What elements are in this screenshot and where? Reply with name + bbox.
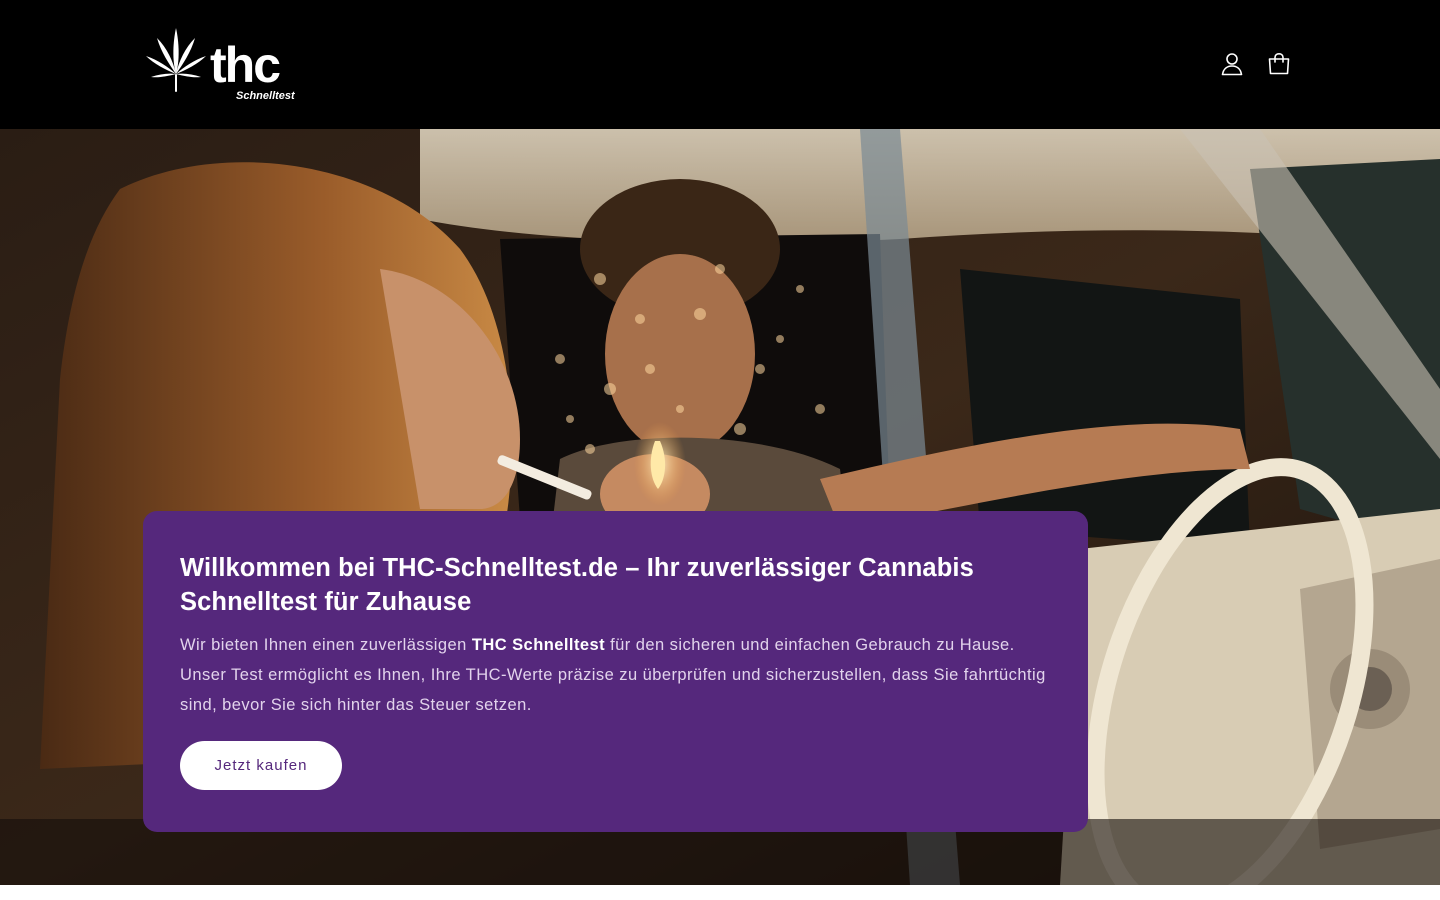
site-logo[interactable]: thc Schnelltest: [144, 26, 304, 102]
logo-tagline: Schnelltest: [236, 90, 296, 102]
hero-description: Wir bieten Ihnen einen zuverlässigen THC…: [180, 630, 1060, 720]
account-icon[interactable]: [1216, 48, 1248, 80]
buy-now-button[interactable]: Jetzt kaufen: [180, 741, 342, 790]
hero-heading: Willkommen bei THC-Schnelltest.de – Ihr …: [180, 554, 974, 616]
logo-wordmark: thc: [210, 37, 280, 93]
hero-description-highlight: THC Schnelltest: [471, 636, 606, 654]
site-header: thc Schnelltest: [0, 0, 1440, 129]
cart-icon[interactable]: [1263, 48, 1295, 80]
hero-banner: Willkommen bei THC-Schnelltest.de – Ihr …: [143, 511, 1088, 832]
hero-description-lead: Wir bieten Ihnen einen zuverlässigen: [180, 636, 472, 654]
hero-section: Willkommen bei THC-Schnelltest.de – Ihr …: [0, 129, 1440, 885]
cannabis-leaf-logo-icon: thc Schnelltest: [146, 28, 296, 102]
